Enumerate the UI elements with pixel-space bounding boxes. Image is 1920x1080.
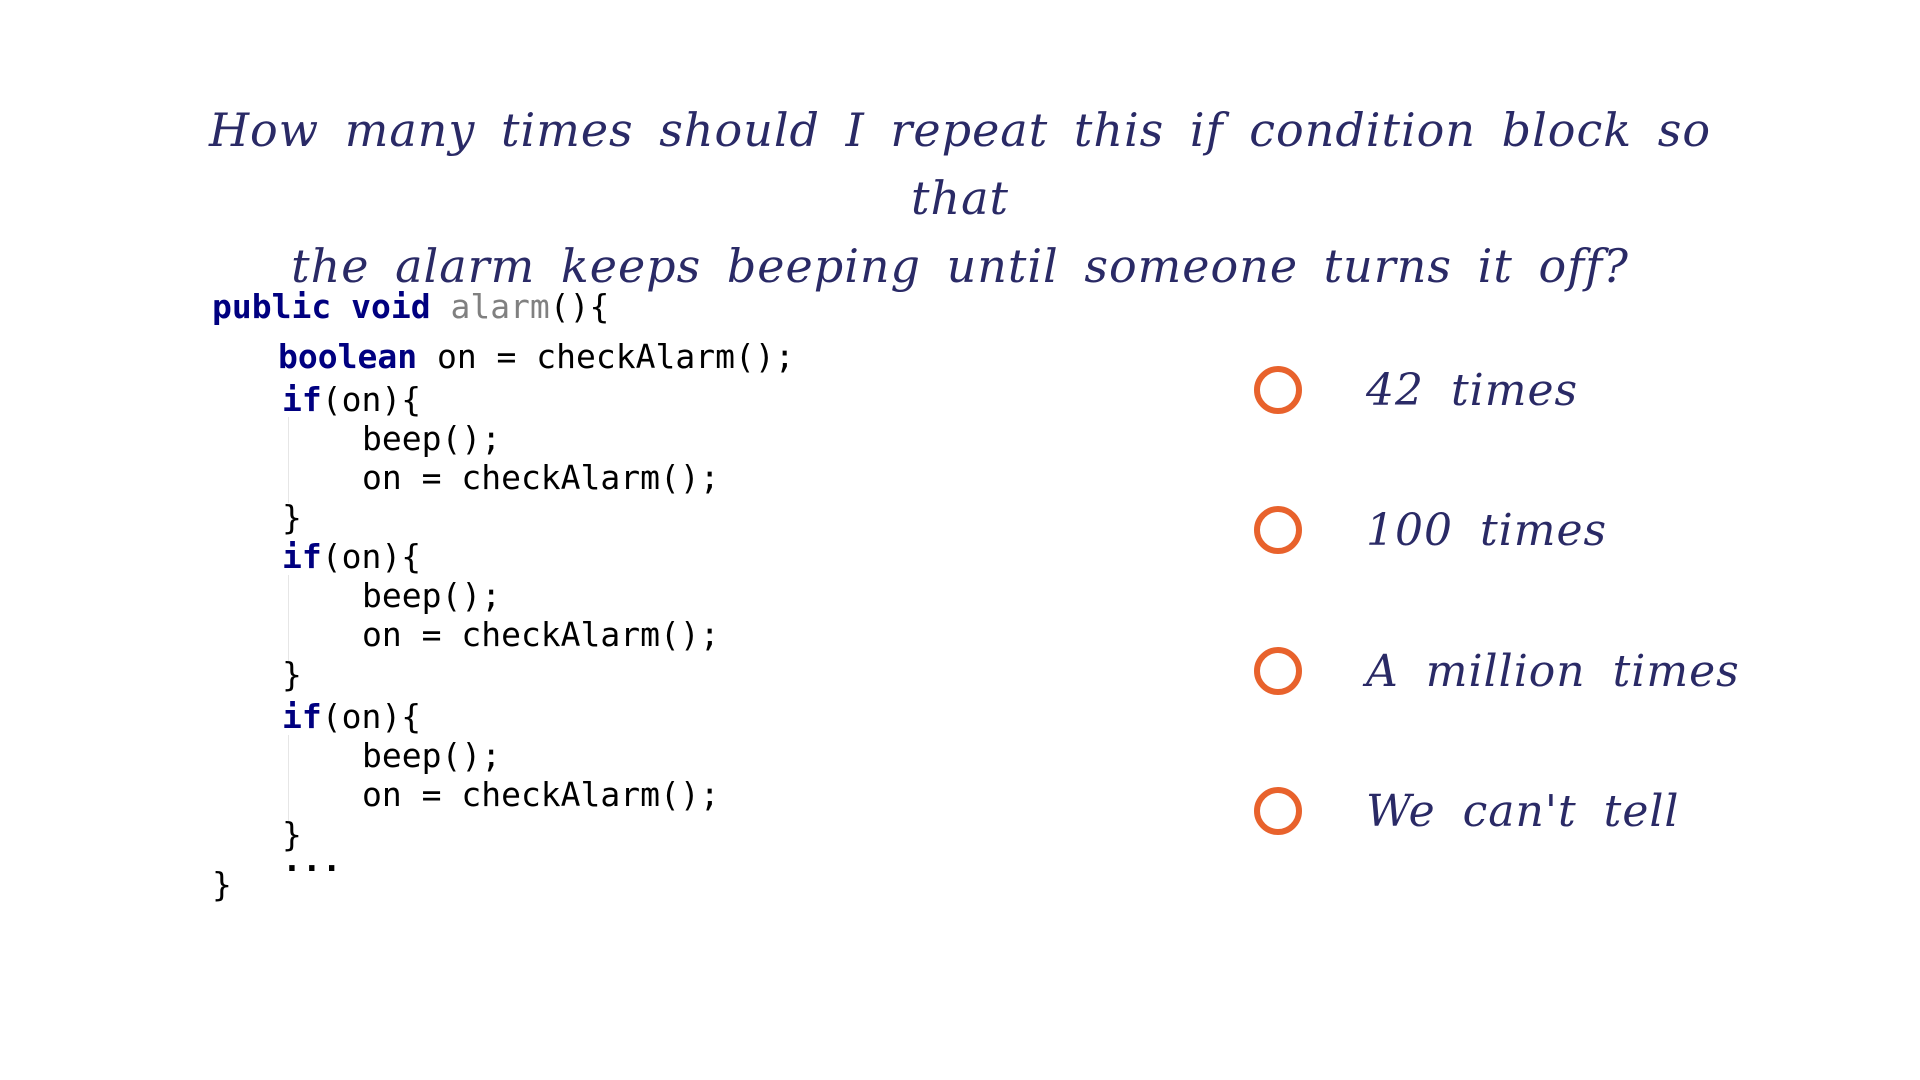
code-if-condition: (on){ xyxy=(321,380,422,419)
answer-option-3[interactable]: A million times xyxy=(1250,636,1850,706)
code-line-signature: public void alarm(){ xyxy=(212,287,609,327)
indent-guide-2 xyxy=(288,575,289,661)
answer-option-label: A million times xyxy=(1366,645,1740,697)
code-if-condition: (on){ xyxy=(321,697,422,736)
code-keyword-public: public xyxy=(212,287,332,326)
radio-circle-icon[interactable] xyxy=(1254,647,1302,695)
answer-option-label: 100 times xyxy=(1366,504,1608,556)
code-line-beep-1: beep(); xyxy=(362,419,502,458)
code-line-assign-2: on = checkAlarm(); xyxy=(362,615,720,654)
slide: How many times should I repeat this if c… xyxy=(0,0,1920,1080)
radio-circle-icon[interactable] xyxy=(1254,366,1302,414)
radio-circle-icon[interactable] xyxy=(1254,506,1302,554)
code-method-name: alarm xyxy=(450,287,550,326)
indent-guide-3 xyxy=(288,735,289,821)
code-keyword-if: if xyxy=(282,380,322,419)
code-line-assign-3: on = checkAlarm(); xyxy=(362,775,720,814)
code-keyword-if: if xyxy=(282,697,322,736)
question-line-1: How many times should I repeat this if c… xyxy=(208,103,1712,225)
code-signature-rest: (){ xyxy=(549,287,610,326)
code-keyword-boolean: boolean xyxy=(278,337,418,376)
answer-option-4[interactable]: We can't tell xyxy=(1250,776,1850,846)
code-line-if-2: if(on){ xyxy=(282,537,421,577)
code-line-beep-2: beep(); xyxy=(362,576,502,615)
question-text: How many times should I repeat this if c… xyxy=(200,96,1720,300)
code-line-declaration: boolean on = checkAlarm(); xyxy=(278,337,795,377)
answer-option-1[interactable]: 42 times xyxy=(1250,355,1850,425)
indent-guide-1 xyxy=(288,417,289,503)
code-declaration-rest: on = checkAlarm(); xyxy=(417,337,795,376)
code-keyword-if: if xyxy=(282,537,322,576)
answer-option-label: We can't tell xyxy=(1366,785,1680,837)
code-line-assign-1: on = checkAlarm(); xyxy=(362,458,720,497)
code-line-end: } xyxy=(212,865,232,904)
code-line-close-2: } xyxy=(282,655,302,694)
code-line-if-1: if(on){ xyxy=(282,380,421,420)
answer-option-label: 42 times xyxy=(1366,364,1579,416)
code-line-beep-3: beep(); xyxy=(362,736,502,775)
code-line-close-1: } xyxy=(282,498,302,537)
code-line-if-3: if(on){ xyxy=(282,697,421,737)
code-line-ellipsis: ... xyxy=(282,840,342,879)
code-keyword-void: void xyxy=(351,287,431,326)
code-if-condition: (on){ xyxy=(321,537,422,576)
radio-circle-icon[interactable] xyxy=(1254,787,1302,835)
answer-option-2[interactable]: 100 times xyxy=(1250,495,1850,565)
